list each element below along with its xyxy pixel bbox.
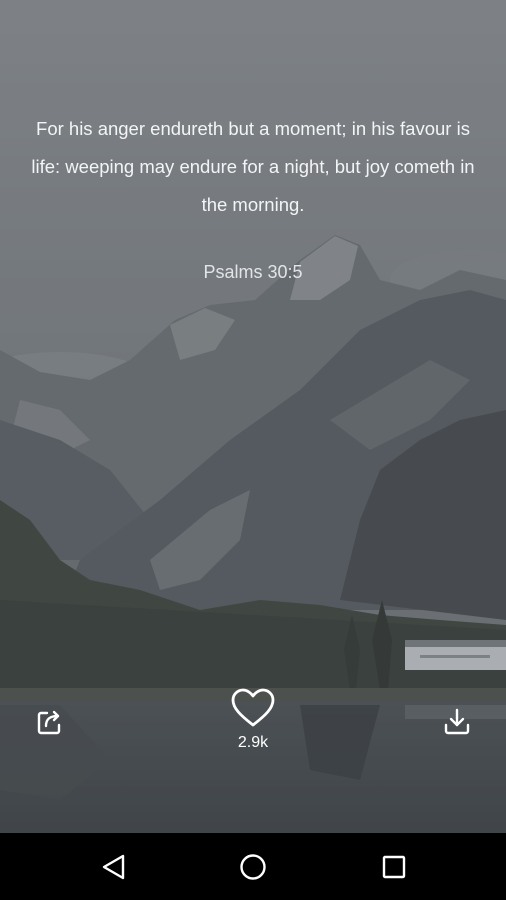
wallpaper-screen: For his anger endureth but a moment; in … — [0, 0, 506, 833]
share-button[interactable] — [30, 702, 70, 742]
heart-icon — [231, 688, 275, 727]
system-navigation-bar — [0, 833, 506, 900]
recent-apps-square-icon — [382, 855, 406, 879]
home-circle-icon — [240, 854, 266, 880]
like-count: 2.9k — [237, 734, 269, 751]
nav-back-button[interactable] — [91, 846, 135, 888]
verse-reference: Psalms 30:5 — [203, 262, 303, 282]
download-button[interactable] — [437, 702, 477, 742]
download-icon — [444, 708, 470, 735]
nav-recent-apps-button[interactable] — [372, 846, 416, 888]
verse-text: For his anger endureth but a moment; in … — [31, 118, 475, 215]
share-icon — [37, 710, 61, 735]
like-button[interactable] — [229, 684, 277, 732]
nav-home-button[interactable] — [231, 846, 275, 888]
back-triangle-icon — [102, 854, 125, 880]
